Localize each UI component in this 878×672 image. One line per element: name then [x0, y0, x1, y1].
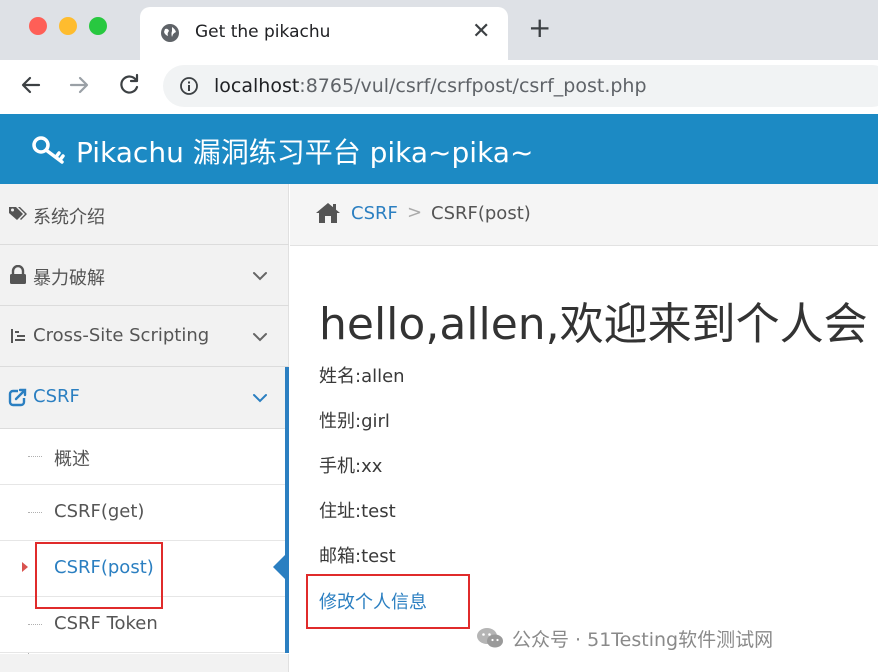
sidebar-item-xss[interactable]: Cross-Site Scripting — [0, 306, 289, 367]
wechat-icon — [477, 628, 503, 648]
tree-connector — [28, 456, 42, 457]
tree-connector — [28, 512, 42, 513]
sidebar-item-label: 暴力破解 — [33, 268, 105, 289]
chevron-down-icon — [253, 394, 267, 403]
browser-tab-bar: Get the pikachu ✕ + — [0, 0, 878, 60]
active-pointer-arrow — [273, 553, 287, 581]
profile-phone: 手机:xx — [319, 456, 383, 477]
minimize-window-button[interactable] — [59, 17, 77, 35]
share-icon — [8, 388, 27, 407]
tree-connector — [28, 624, 42, 625]
sidebar-item-label: Cross-Site Scripting — [33, 325, 210, 346]
tab-title: Get the pikachu — [195, 22, 331, 42]
sidebar-item-csrf[interactable]: CSRF — [0, 367, 289, 429]
profile-gender: 性别:girl — [319, 411, 390, 432]
tab-close-icon[interactable]: ✕ — [472, 19, 490, 44]
breadcrumb-link-csrf[interactable]: CSRF — [351, 203, 398, 224]
forward-arrow-icon[interactable] — [66, 72, 92, 98]
highlight-box-edit-link — [306, 574, 470, 629]
globe-icon — [161, 24, 179, 42]
submenu-item-label: CSRF Token — [54, 613, 158, 634]
breadcrumb-separator: > — [407, 202, 423, 223]
watermark-text: 公众号 · 51Testing软件测试网 — [512, 629, 774, 651]
submenu-item-csrf-get[interactable]: CSRF(get) — [0, 485, 289, 541]
url-host: localhost — [214, 75, 300, 97]
highlight-box-csrf-post — [35, 542, 163, 609]
breadcrumb-current: CSRF(post) — [431, 203, 531, 224]
tags-icon — [9, 207, 27, 220]
sidebar-item-label: 系统介绍 — [33, 207, 105, 228]
address-bar[interactable]: localhost:8765/vul/csrf/csrfpost/csrf_po… — [163, 65, 878, 107]
caret-right-icon — [22, 562, 28, 572]
welcome-heading: hello,allen,欢迎来到个人会 — [319, 299, 868, 350]
profile-email: 邮箱:test — [319, 546, 396, 567]
info-icon[interactable] — [179, 76, 199, 96]
browser-tab[interactable]: Get the pikachu ✕ — [140, 7, 508, 60]
chevron-down-icon — [253, 333, 267, 342]
close-window-button[interactable] — [29, 17, 47, 35]
sidebar-item-intro[interactable]: 系统介绍 — [0, 184, 289, 245]
active-section-bar — [285, 367, 289, 653]
back-arrow-icon[interactable] — [18, 72, 44, 98]
submenu-item-label: 概述 — [54, 449, 90, 470]
submenu-item-overview[interactable]: 概述 — [0, 429, 289, 485]
profile-address: 住址:test — [319, 501, 396, 522]
list-icon — [11, 329, 25, 343]
home-icon[interactable] — [315, 202, 341, 224]
breadcrumb: CSRF > CSRF(post) — [290, 184, 878, 246]
maximize-window-button[interactable] — [89, 17, 107, 35]
sidebar-item-label: CSRF — [33, 386, 80, 407]
browser-toolbar: localhost:8765/vul/csrf/csrfpost/csrf_po… — [0, 60, 878, 114]
key-icon — [32, 136, 65, 164]
chevron-down-icon — [253, 272, 267, 281]
sidebar-item-brute-force[interactable]: 暴力破解 — [0, 245, 289, 306]
url-text: localhost:8765/vul/csrf/csrfpost/csrf_po… — [214, 75, 647, 97]
reload-icon[interactable] — [116, 72, 142, 98]
new-tab-button[interactable]: + — [528, 14, 551, 42]
lock-icon — [10, 265, 26, 284]
app-header: Pikachu 漏洞练习平台 pika~pika~ — [0, 114, 878, 184]
profile-name: 姓名:allen — [319, 366, 405, 387]
url-path: :8765/vul/csrf/csrfpost/csrf_post.php — [299, 75, 647, 97]
submenu-item-label: CSRF(get) — [54, 501, 145, 522]
app-title: Pikachu 漏洞练习平台 pika~pika~ — [76, 136, 534, 169]
